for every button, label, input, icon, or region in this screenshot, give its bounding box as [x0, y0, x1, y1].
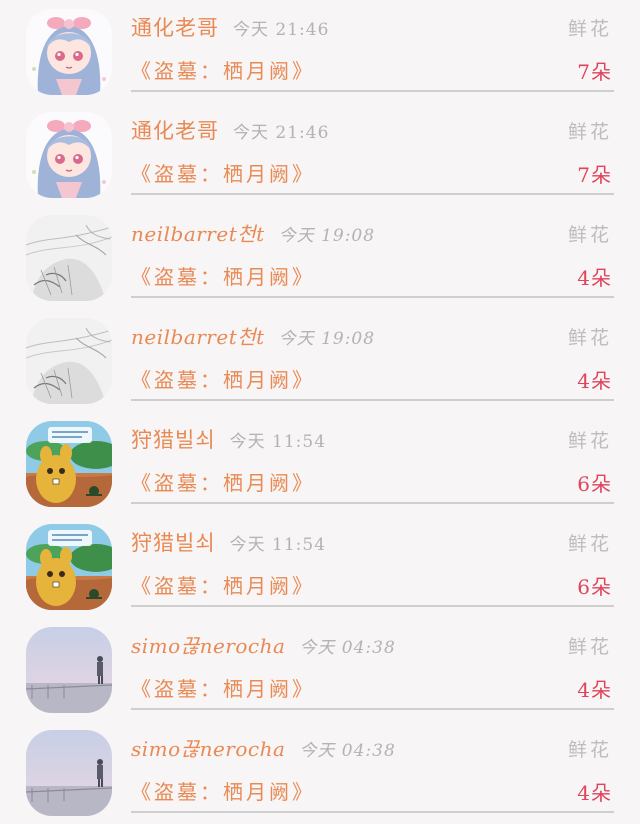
username-text: neilbarret천t	[131, 325, 265, 349]
timestamp: 今天 19:08	[278, 226, 376, 246]
flower-count: 6朵	[577, 575, 612, 599]
divider	[131, 708, 614, 710]
avatar[interactable]	[26, 524, 112, 610]
username-text: 狩猎빌쇠	[131, 531, 216, 555]
flower-count: 4朵	[577, 678, 612, 702]
list-item[interactable]: neilbarret천t 今天 19:08 鲜花 《盗墓：栖月阙》 4朵	[0, 206, 640, 309]
book-title[interactable]: 《盗墓：栖月阙》	[131, 158, 315, 187]
username[interactable]: 狩猎빌쇠 今天 11:54	[131, 424, 326, 454]
list-item[interactable]: 狩猎빌쇠 今天 11:54 鲜花 《盗墓：栖月阙》 6朵	[0, 515, 640, 618]
divider	[131, 193, 614, 195]
username[interactable]: 通化老哥 今天 21:46	[131, 115, 329, 145]
avatar[interactable]	[26, 215, 112, 301]
list-item[interactable]: 狩猎빌쇠 今天 11:54 鲜花 《盗墓：栖月阙》 6朵	[0, 412, 640, 515]
timestamp: 今天 21:46	[233, 123, 330, 143]
username[interactable]: 狩猎빌쇠 今天 11:54	[131, 527, 326, 557]
timestamp: 今天 11:54	[229, 535, 327, 555]
gift-type-label: 鲜花	[567, 121, 612, 143]
avatar[interactable]	[26, 627, 112, 713]
flower-count: 4朵	[577, 266, 612, 290]
username[interactable]: 通化老哥 今天 21:46	[131, 12, 329, 42]
book-title[interactable]: 《盗墓：栖月阙》	[131, 776, 315, 805]
divider	[131, 296, 614, 298]
avatar[interactable]	[26, 112, 112, 198]
username[interactable]: neilbarret천t 今天 19:08	[131, 218, 375, 247]
avatar[interactable]	[26, 318, 112, 404]
list-item[interactable]: 通化老哥 今天 21:46 鲜花 《盗墓：栖月阙》 7朵	[0, 103, 640, 206]
divider	[131, 399, 614, 401]
gift-type-label: 鲜花	[567, 18, 612, 40]
flower-count: 4朵	[577, 369, 612, 393]
divider	[131, 502, 614, 504]
timestamp: 今天 04:38	[299, 741, 396, 761]
gift-type-label: 鲜花	[567, 533, 612, 555]
divider	[131, 605, 614, 607]
divider	[131, 90, 614, 92]
username-text: simo끊nerocha	[131, 634, 286, 658]
username[interactable]: simo끊nerocha 今天 04:38	[131, 630, 396, 659]
flower-count: 4朵	[577, 781, 612, 805]
flower-count: 7朵	[577, 163, 612, 187]
gift-type-label: 鲜花	[567, 636, 612, 658]
username-text: 通化老哥	[131, 16, 219, 40]
book-title[interactable]: 《盗墓：栖月阙》	[131, 55, 315, 84]
timestamp: 今天 11:54	[229, 432, 327, 452]
flower-count: 7朵	[577, 60, 612, 84]
gift-type-label: 鲜花	[567, 224, 612, 246]
timestamp: 今天 19:08	[278, 329, 376, 349]
list-item[interactable]: neilbarret천t 今天 19:08 鲜花 《盗墓：栖月阙》 4朵	[0, 309, 640, 412]
gift-type-label: 鲜花	[567, 739, 612, 761]
avatar[interactable]	[26, 730, 112, 816]
book-title[interactable]: 《盗墓：栖月阙》	[131, 673, 315, 702]
username-text: simo끊nerocha	[131, 737, 286, 761]
username-text: neilbarret천t	[131, 222, 265, 246]
book-title[interactable]: 《盗墓：栖月阙》	[131, 261, 315, 290]
list-item[interactable]: simo끊nerocha 今天 04:38 鲜花 《盗墓：栖月阙》 4朵	[0, 721, 640, 824]
list-item[interactable]: simo끊nerocha 今天 04:38 鲜花 《盗墓：栖月阙》 4朵	[0, 618, 640, 721]
username-text: 狩猎빌쇠	[131, 428, 216, 452]
flower-gift-list: 通化老哥 今天 21:46 鲜花 《盗墓：栖月阙》 7朵 通化老哥 今天 21:46…	[0, 0, 640, 816]
avatar[interactable]	[26, 421, 112, 507]
book-title[interactable]: 《盗墓：栖月阙》	[131, 467, 315, 496]
gift-type-label: 鲜花	[567, 430, 612, 452]
username[interactable]: simo끊nerocha 今天 04:38	[131, 733, 396, 762]
flower-count: 6朵	[577, 472, 612, 496]
list-item[interactable]: 通化老哥 今天 21:46 鲜花 《盗墓：栖月阙》 7朵	[0, 0, 640, 103]
gift-type-label: 鲜花	[567, 327, 612, 349]
username[interactable]: neilbarret천t 今天 19:08	[131, 321, 375, 350]
book-title[interactable]: 《盗墓：栖月阙》	[131, 570, 315, 599]
timestamp: 今天 04:38	[299, 638, 396, 658]
avatar[interactable]	[26, 9, 112, 95]
book-title[interactable]: 《盗墓：栖月阙》	[131, 364, 315, 393]
timestamp: 今天 21:46	[233, 20, 330, 40]
username-text: 通化老哥	[131, 119, 219, 143]
